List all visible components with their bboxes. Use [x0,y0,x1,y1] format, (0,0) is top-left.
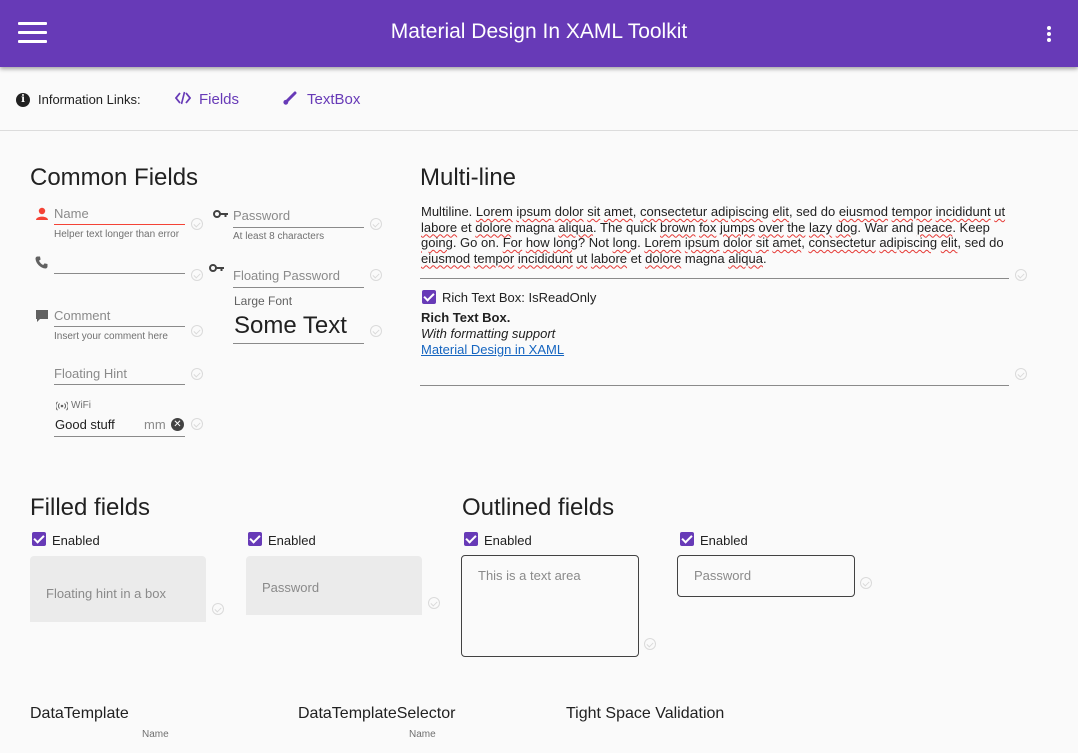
filled-password-hint: Password [262,580,320,595]
phone-underline [54,273,185,274]
filled-textbox-validation-icon [212,603,224,615]
password-validation-icon [370,218,382,230]
filled-textbox-hint: Floating hint in a box [46,586,166,601]
textbox-link-button[interactable]: TextBox [283,88,368,112]
outlined-enabled-label-2: Enabled [700,533,748,548]
wifi-input[interactable]: Good stuff [55,417,115,432]
multiline-validation-icon [1015,269,1027,281]
rich-text-bold: Rich Text Box. [421,310,511,325]
outlined-enabled-checkbox-1[interactable] [464,532,478,546]
outlined-enabled-label-1: Enabled [484,533,532,548]
readonly-checkbox-label: Rich Text Box: IsReadOnly [442,290,597,305]
multiline-textbox[interactable]: Multiline. Lorem ipsum dolor sit amet, c… [421,204,1011,266]
phone-input[interactable] [54,253,185,273]
phone-validation-icon [191,269,203,281]
floating-password-input[interactable] [233,265,364,287]
comment-helper-text: Insert your comment here [54,331,168,342]
key-icon [213,210,228,218]
tight-space-validation-title: Tight Space Validation [566,705,725,722]
comment-input[interactable] [54,305,185,327]
app-title: Material Design In XAML Toolkit [390,20,688,43]
filled-enabled-checkbox-1[interactable] [32,532,46,546]
information-links-label: Information Links: [38,92,141,107]
wifi-underline [54,436,185,437]
outlined-text-area-hint: This is a text area [478,568,581,583]
large-font-underline [233,343,364,344]
password-helper-text: At least 8 characters [233,231,325,242]
information-bar [0,68,1078,131]
name-validation-icon [191,218,203,230]
fields-link-label: Fields [199,91,240,108]
floating-password-underline [233,287,364,288]
filled-enabled-checkbox-2[interactable] [248,532,262,546]
code-tags-icon [175,91,191,105]
name-input[interactable] [54,203,185,225]
datatemplateselector-name-label: Name [409,729,436,740]
password-underline [233,227,364,228]
outlined-text-area-validation-icon [644,638,656,650]
datatemplateselector-title: DataTemplateSelector [298,705,456,722]
phone-icon [35,256,48,269]
wifi-label: WiFi [71,400,91,411]
datatemplate-title: DataTemplate [30,705,129,722]
brush-icon [283,91,297,105]
wifi-validation-icon [191,418,203,430]
rich-text-validation-icon [1015,368,1027,380]
comment-icon [36,310,48,322]
name-helper-text: Helper text longer than error [54,229,180,240]
multiline-title: Multi-line [420,164,517,191]
key-variant-icon [209,264,224,272]
rich-text-italic: With formatting support [421,326,556,341]
outlined-fields-title: Outlined fields [462,494,615,521]
outlined-enabled-checkbox-2[interactable] [680,532,694,546]
floating-hint-input[interactable] [54,363,185,385]
name-underline [54,224,185,225]
floating-hint-underline [54,384,185,385]
more-vert-icon[interactable] [1040,22,1058,44]
rich-text-underline [420,385,1009,386]
comment-underline [54,326,185,327]
common-fields-title: Common Fields [30,164,199,191]
floating-password-validation-icon [370,269,382,281]
textbox-link-label: TextBox [307,91,361,108]
filled-password-validation-icon [428,597,440,609]
floating-hint-validation-icon [191,368,203,380]
large-font-validation-icon [370,325,382,337]
fields-link-button[interactable]: Fields [175,88,245,112]
account-icon [36,207,48,220]
filled-fields-title: Filled fields [30,494,151,521]
info-icon: i [16,93,30,107]
readonly-checkbox[interactable] [422,290,436,304]
multiline-underline [420,278,1009,279]
rich-text-link[interactable]: Material Design in XAML [421,342,564,357]
multiline-text: Multiline. Lorem ipsum dolor sit amet, c… [421,204,1006,266]
password-input[interactable] [233,205,364,227]
filled-enabled-label-1: Enabled [52,533,100,548]
large-font-input[interactable]: Some Text [234,312,347,340]
outlined-password-hint: Password [694,568,752,583]
wifi-icon [56,401,68,411]
outlined-password-validation-icon [860,577,872,589]
comment-validation-icon [191,325,203,337]
large-font-label: Large Font [234,294,293,308]
wifi-suffix: mm [144,417,166,432]
clear-icon[interactable]: ✕ [171,418,184,431]
datatemplate-name-label: Name [142,729,169,740]
filled-enabled-label-2: Enabled [268,533,316,548]
